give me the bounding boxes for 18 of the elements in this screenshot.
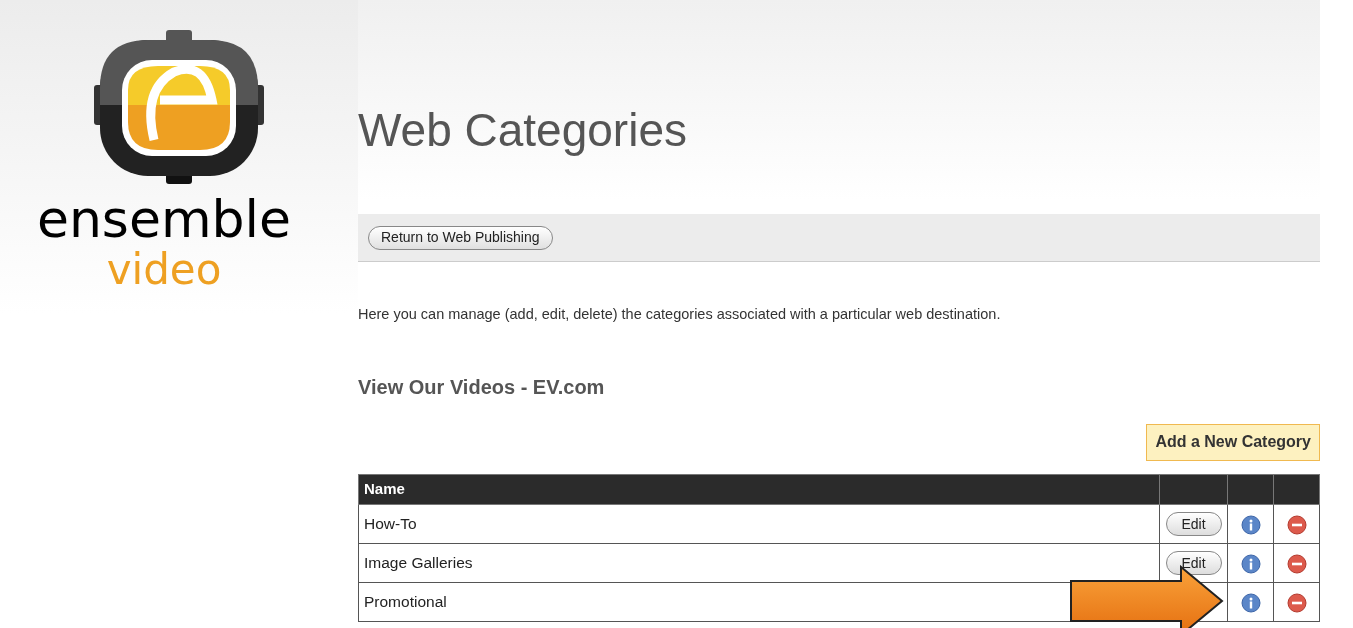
page-title: Web Categories <box>358 102 687 158</box>
destination-heading: View Our Videos - EV.com <box>358 374 606 400</box>
column-header: Name <box>358 474 1160 505</box>
delete-icon[interactable] <box>1286 553 1307 574</box>
info-icon[interactable] <box>1240 514 1261 535</box>
delete-icon[interactable] <box>1286 514 1307 535</box>
add-category-button[interactable]: Add a New Category <box>1146 423 1320 461</box>
info-icon[interactable] <box>1240 592 1261 613</box>
logo-wordmark: ensemble <box>36 191 292 247</box>
edit-button[interactable]: Edit <box>1165 512 1222 536</box>
edit-button[interactable]: Edit <box>1165 551 1222 575</box>
logo-icon <box>94 30 264 185</box>
intro-text: Here you can manage (add, edit, delete) the categories associated with a particular web destination. <box>358 305 1002 324</box>
info-icon[interactable] <box>1240 553 1261 574</box>
category-name: How-To <box>358 504 1160 544</box>
delete-icon[interactable] <box>1286 592 1307 613</box>
return-button[interactable]: Return to Web Publishing <box>368 225 553 250</box>
logo-tagline: video <box>106 247 222 293</box>
